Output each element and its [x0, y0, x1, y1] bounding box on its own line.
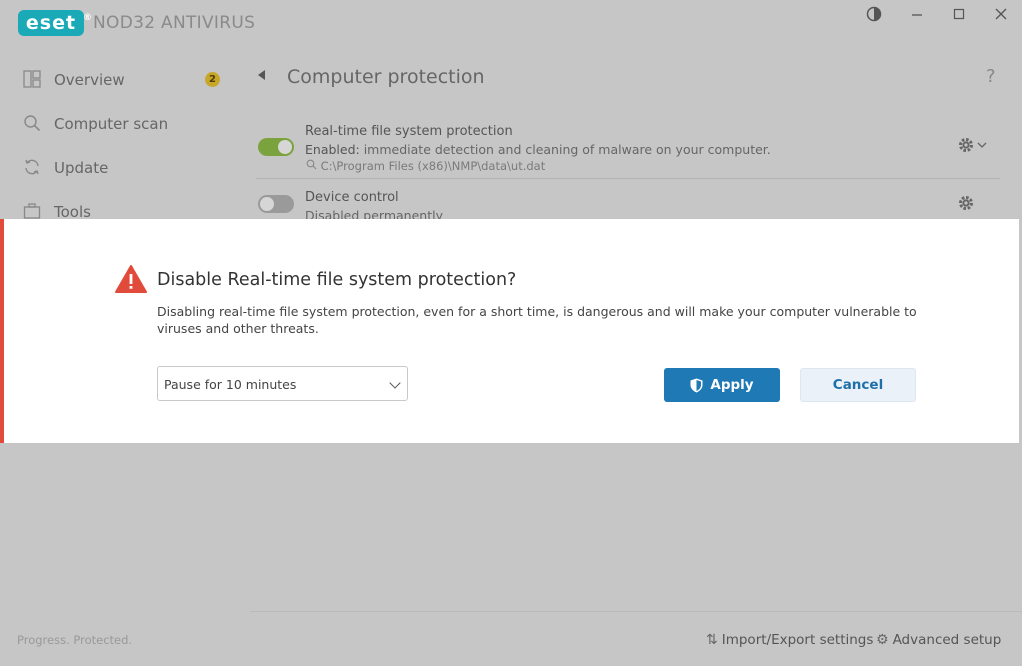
- page-title: Computer protection: [287, 66, 485, 88]
- pause-duration-select[interactable]: Pause for 10 minutes: [157, 366, 408, 401]
- minimize-icon[interactable]: [902, 6, 932, 26]
- gear-icon[interactable]: [958, 136, 988, 159]
- apply-button[interactable]: Apply: [664, 368, 780, 402]
- shield-icon: [690, 378, 703, 392]
- eset-logo: eset ®: [18, 10, 92, 36]
- help-icon[interactable]: ?: [986, 66, 996, 87]
- import-export-link[interactable]: ⇅ Import/Export settings: [706, 632, 873, 648]
- import-export-icon: ⇅: [706, 632, 718, 648]
- sidebar-item-label: Computer scan: [54, 115, 169, 133]
- back-arrow-icon[interactable]: [258, 70, 265, 80]
- dialog-message: Disabling real-time file system protecti…: [157, 304, 917, 336]
- status-text: Progress. Protected.: [17, 633, 133, 647]
- refresh-icon: [22, 158, 42, 178]
- dialog-accent-bar: [0, 219, 4, 443]
- chevron-down-icon: [389, 377, 401, 389]
- logo-text: eset: [25, 12, 77, 34]
- title-bar: eset ® NOD32 ANTIVIRUS: [0, 0, 1022, 46]
- row-description: Enabled: immediate detection and cleanin…: [305, 142, 771, 157]
- protection-row-device-control: Device control Disabled permanently: [256, 190, 1000, 220]
- realtime-toggle[interactable]: [258, 138, 294, 156]
- row-title: Device control: [305, 190, 399, 205]
- notification-badge: 2: [205, 72, 220, 87]
- warning-icon: [115, 265, 147, 293]
- product-name: NOD32 ANTIVIRUS: [93, 13, 256, 33]
- gear-icon[interactable]: [958, 194, 976, 217]
- link-label: Import/Export settings: [721, 632, 874, 648]
- link-label: Advanced setup: [892, 632, 1002, 648]
- device-control-toggle[interactable]: [258, 195, 294, 213]
- row-divider: [256, 178, 1000, 179]
- advanced-setup-link[interactable]: ⚙ Advanced setup: [876, 632, 1001, 648]
- select-value: Pause for 10 minutes: [164, 377, 297, 392]
- sidebar: Overview 2 Computer scan Update Tools: [0, 58, 240, 234]
- search-icon: [22, 114, 42, 134]
- disable-protection-dialog: Disable Real-time file system protection…: [0, 219, 1019, 443]
- gear-icon: ⚙: [876, 632, 889, 648]
- cancel-button[interactable]: Cancel: [800, 368, 916, 402]
- protection-row-realtime: Real-time file system protection Enabled…: [256, 124, 1000, 176]
- button-label: Cancel: [832, 377, 884, 393]
- dialog-title: Disable Real-time file system protection…: [157, 270, 517, 290]
- maximize-icon[interactable]: [944, 6, 974, 26]
- footer-divider: [250, 611, 1022, 612]
- scanned-file-path: C:\Program Files (x86)\NMP\data\ut.dat: [306, 159, 545, 173]
- sidebar-item-computer-scan[interactable]: Computer scan: [0, 102, 240, 146]
- row-title: Real-time file system protection: [305, 124, 513, 139]
- sidebar-item-update[interactable]: Update: [0, 146, 240, 190]
- close-icon[interactable]: [986, 6, 1016, 26]
- search-icon: [306, 159, 317, 170]
- sidebar-item-label: Update: [54, 159, 109, 177]
- overview-icon: [22, 70, 42, 90]
- sidebar-item-overview[interactable]: Overview 2: [0, 58, 240, 102]
- button-label: Apply: [710, 377, 754, 393]
- contrast-icon[interactable]: [859, 6, 889, 26]
- sidebar-item-label: Overview: [54, 71, 125, 89]
